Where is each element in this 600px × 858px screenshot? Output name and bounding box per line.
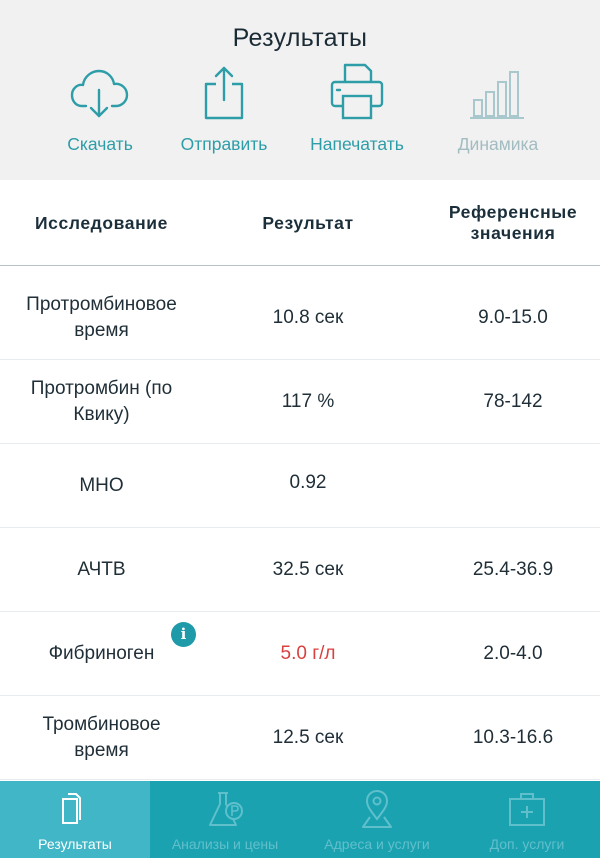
tab-extra-services[interactable]: Доп. услуги bbox=[452, 781, 600, 858]
tab-bar: Результаты Анализы и цены Адреса и услуг… bbox=[0, 781, 600, 858]
test-result: 0.92 bbox=[289, 472, 327, 493]
test-name: Фибриноген bbox=[48, 643, 155, 664]
tab-addresses-and-services[interactable]: Адреса и услуги bbox=[302, 781, 452, 858]
test-name: Тромбиновое время bbox=[42, 714, 161, 761]
table-row[interactable]: Тромбиновое время 12.5 сек 10.3-16.6 bbox=[0, 696, 600, 780]
test-result: 32.5 сек bbox=[272, 559, 344, 580]
test-name: АЧТВ bbox=[77, 559, 126, 580]
test-result: 117 % bbox=[281, 391, 335, 412]
table-row[interactable]: МНО 0.92 bbox=[0, 444, 600, 528]
reference-range bbox=[413, 444, 600, 528]
dynamics-button[interactable]: Динамика bbox=[428, 60, 568, 160]
page-title: Результаты bbox=[232, 24, 368, 52]
reference-range: 10.3-16.6 bbox=[472, 727, 554, 748]
test-name: Протромбин (по Квику) bbox=[30, 378, 173, 425]
dynamics-label: Динамика bbox=[457, 134, 539, 154]
map-pin-icon bbox=[362, 789, 392, 828]
reference-range: 9.0-15.0 bbox=[478, 307, 548, 328]
table-row[interactable]: Фибриноген i 5.0 г/л 2.0-4.0 bbox=[0, 612, 600, 696]
test-name: МНО bbox=[79, 475, 124, 496]
first-aid-kit-icon bbox=[509, 793, 545, 826]
tab-label: Результаты bbox=[38, 836, 112, 852]
share-label: Отправить bbox=[180, 134, 268, 154]
document-icon bbox=[62, 793, 81, 824]
flask-icon bbox=[209, 792, 243, 826]
table-header: Исследование Результат Референсные значе… bbox=[0, 180, 600, 266]
column-header-reference: Референсные значения bbox=[448, 202, 578, 243]
test-result: 12.5 сек bbox=[272, 727, 344, 748]
test-result: 10.8 сек bbox=[272, 307, 344, 328]
tab-label: Анализы и цены bbox=[171, 836, 279, 852]
test-name: Протромбиновое время bbox=[26, 294, 177, 341]
column-header-result: Результат bbox=[262, 212, 354, 233]
tab-label: Адреса и услуги bbox=[324, 836, 430, 852]
reference-range: 25.4-36.9 bbox=[472, 559, 554, 580]
printer-icon bbox=[330, 63, 384, 120]
tab-label: Доп. услуги bbox=[489, 836, 565, 852]
tab-results[interactable]: Результаты bbox=[0, 781, 150, 858]
download-button[interactable]: Скачать bbox=[30, 60, 170, 160]
share-button[interactable]: Отправить bbox=[154, 60, 294, 160]
reference-range: 2.0-4.0 bbox=[483, 643, 543, 664]
table-row[interactable]: Протромбин (по Квику) 117 % 78-142 bbox=[0, 360, 600, 444]
info-icon[interactable]: i bbox=[171, 622, 196, 647]
cloud-download-icon bbox=[70, 69, 129, 118]
share-icon bbox=[204, 66, 244, 120]
print-label: Напечатать bbox=[310, 134, 404, 154]
print-button[interactable]: Напечатать bbox=[287, 60, 427, 160]
tab-tests-and-prices[interactable]: Анализы и цены bbox=[150, 781, 300, 858]
table-row[interactable]: АЧТВ 32.5 сек 25.4-36.9 bbox=[0, 528, 600, 612]
test-result-out-of-range: 5.0 г/л bbox=[280, 643, 336, 664]
column-header-test: Исследование bbox=[35, 212, 168, 233]
table-row[interactable]: Протромбиновое время 10.8 сек 9.0-15.0 bbox=[0, 276, 600, 360]
download-label: Скачать bbox=[67, 134, 133, 154]
header: Результаты Скачать Отправить Напечатать bbox=[0, 0, 600, 180]
reference-range: 78-142 bbox=[483, 391, 543, 412]
bar-chart-icon bbox=[470, 71, 524, 119]
